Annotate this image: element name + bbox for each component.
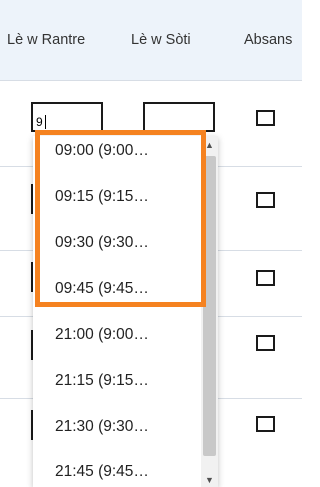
scroll-up-icon[interactable]: ▲ [205, 140, 214, 150]
absent-checkbox[interactable] [256, 192, 275, 208]
row-divider [0, 80, 302, 81]
absent-checkbox[interactable] [256, 110, 275, 126]
table-header: Lè w Rantre Lè w Sòti Absans [0, 0, 302, 80]
time-in-input[interactable]: 9 [31, 102, 103, 132]
dropdown-option[interactable]: 21:15 (9:15… [55, 372, 149, 390]
column-header-absent: Absans [244, 32, 293, 48]
absent-checkbox[interactable] [256, 416, 275, 432]
time-in-value: 9 [36, 115, 43, 129]
absent-checkbox[interactable] [256, 270, 275, 286]
absent-checkbox[interactable] [256, 335, 275, 351]
dropdown-option[interactable]: 21:30 (9:30… [55, 418, 149, 436]
dropdown-option[interactable]: 21:00 (9:00… [55, 326, 149, 344]
scroll-down-icon[interactable]: ▼ [205, 475, 214, 485]
time-out-input[interactable] [143, 102, 215, 132]
column-header-time-out: Lè w Sòti [131, 32, 191, 48]
dropdown-option[interactable]: 21:45 (9:45… [55, 463, 149, 481]
column-header-time-in: Lè w Rantre [7, 32, 86, 48]
text-caret [45, 115, 46, 129]
highlight-box [35, 130, 206, 307]
